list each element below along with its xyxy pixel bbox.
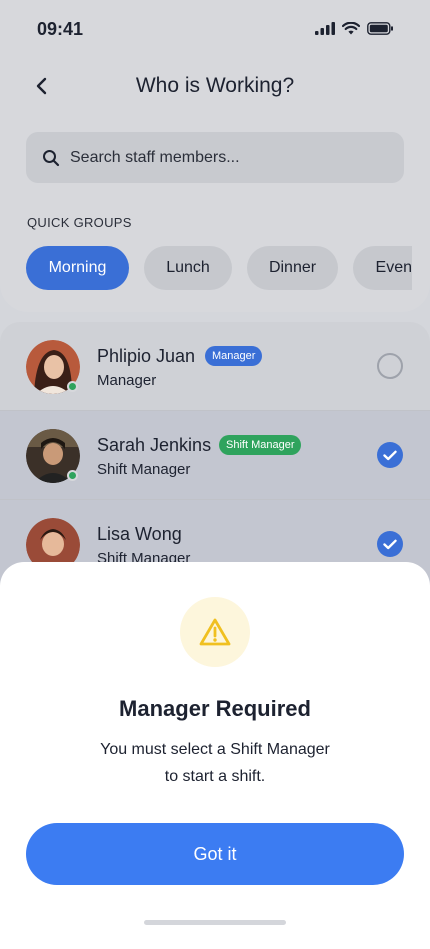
chip-dinner[interactable]: Dinner	[247, 246, 338, 290]
select-checkbox[interactable]	[377, 353, 403, 379]
role-badge: Shift Manager	[219, 435, 302, 455]
signal-icon	[315, 22, 335, 35]
search-input[interactable]	[70, 148, 370, 167]
search-box[interactable]	[26, 132, 404, 183]
manager-required-sheet: Manager Required You must select a Shift…	[0, 562, 430, 949]
chip-morning[interactable]: Morning	[26, 246, 129, 290]
battery-icon	[367, 22, 393, 35]
got-it-button[interactable]: Got it	[26, 823, 404, 885]
home-indicator	[144, 920, 286, 925]
warning-icon	[199, 618, 231, 646]
warning-badge	[180, 597, 250, 667]
status-time: 09:41	[37, 19, 84, 39]
page-title: Who is Working?	[135, 74, 295, 97]
avatar	[26, 429, 80, 483]
status-bar: 09:41	[0, 0, 430, 60]
staff-row[interactable]: Sarah Jenkins Shift Manager Shift Manage…	[0, 411, 430, 500]
quick-groups-label: QUICK GROUPS	[27, 215, 132, 230]
checkmark-icon	[383, 450, 397, 460]
online-indicator	[67, 470, 78, 481]
chip-event[interactable]: Event	[353, 246, 412, 290]
checkmark-icon	[383, 539, 397, 549]
staff-name: Phlipio Juan	[97, 346, 196, 366]
chip-lunch[interactable]: Lunch	[144, 246, 232, 290]
staff-role: Manager	[97, 372, 157, 389]
staff-name: Lisa Wong	[97, 524, 182, 544]
staff-row[interactable]: Phlipio Juan Manager Manager	[0, 322, 430, 411]
role-badge: Manager	[205, 346, 263, 366]
quick-groups-chips: Morning Lunch Dinner Event	[26, 246, 412, 291]
avatar	[26, 340, 80, 394]
staff-role: Shift Manager	[97, 461, 191, 478]
select-checkbox[interactable]	[377, 531, 403, 557]
online-indicator	[67, 381, 78, 392]
dialog-message: You must select a Shift Manager to start…	[100, 741, 330, 785]
wifi-icon	[342, 22, 360, 35]
staff-name: Sarah Jenkins	[97, 435, 212, 455]
status-icons	[315, 22, 394, 35]
dialog-title: Manager Required	[119, 696, 311, 721]
screen: 09:41 Who is Working? Search staff membe…	[0, 0, 430, 949]
top-panel: 09:41 Who is Working? Search staff membe…	[0, 0, 430, 312]
search-icon	[40, 147, 62, 169]
select-checkbox[interactable]	[377, 442, 403, 468]
